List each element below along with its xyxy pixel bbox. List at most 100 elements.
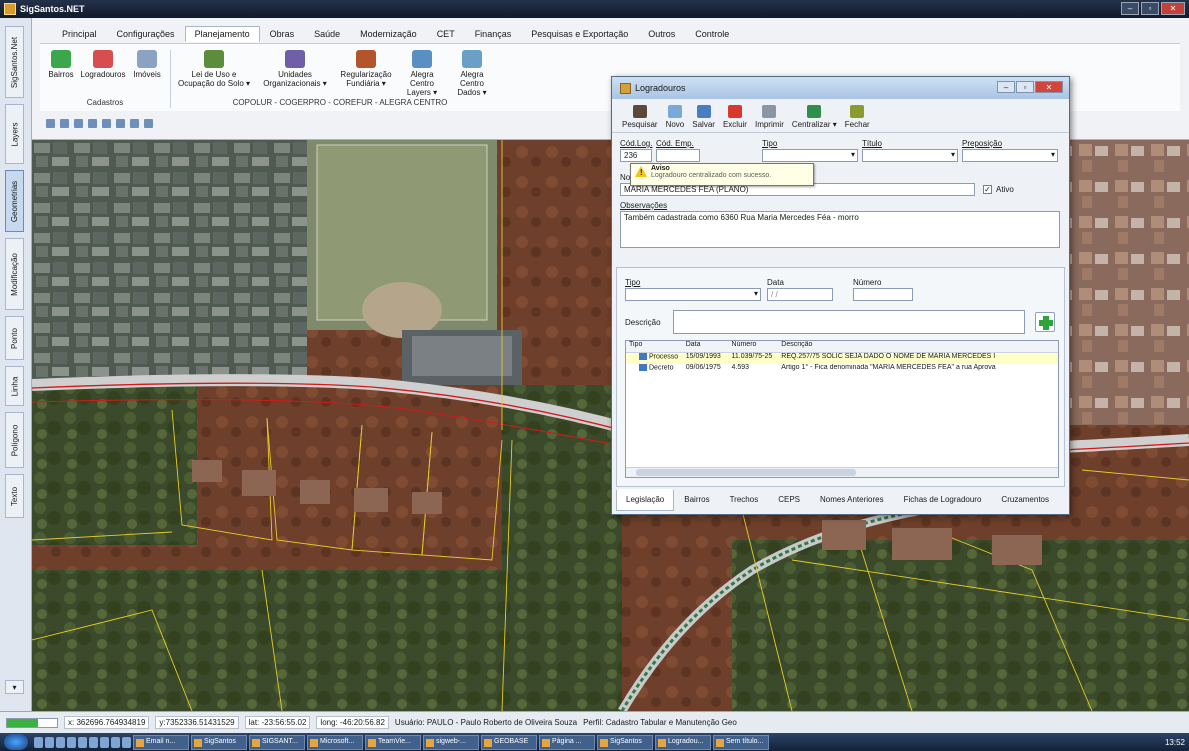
taskbar-task[interactable]: Microsoft...	[307, 734, 363, 750]
ribbon-tab-configura-es[interactable]: Configurações	[107, 26, 185, 42]
taskbar-task[interactable]: sigweb-...	[423, 734, 479, 750]
logradouros-dialog[interactable]: Logradouros – ▫ ✕ Pesquisar Novo Salvar Exc…	[611, 76, 1070, 515]
qat-identify-icon[interactable]	[130, 119, 139, 128]
sidebar-scroll-down-icon[interactable]: ▾	[5, 680, 24, 694]
cod-log-field[interactable]: 236	[620, 149, 652, 162]
start-button[interactable]	[4, 734, 28, 750]
taskbar-task[interactable]: Página ...	[539, 734, 595, 750]
dialog-tab-cruzamentos[interactable]: Cruzamentos	[991, 489, 1059, 511]
leg-tipo-select[interactable]	[625, 288, 761, 301]
regularizacao-button[interactable]: Regularização Fundiária ▾	[336, 50, 396, 88]
ribbon-tab-moderniza-o[interactable]: Modernização	[350, 26, 427, 42]
ribbon-tab-principal[interactable]: Principal	[52, 26, 107, 42]
toolbar-fechar-button[interactable]: Fechar	[845, 105, 870, 129]
taskbar-task[interactable]: TeamVie...	[365, 734, 421, 750]
ribbon-tab-finan-as[interactable]: Finanças	[465, 26, 522, 42]
qat-refresh-icon[interactable]	[46, 119, 55, 128]
ribbon-tab-pesquisas-e-exporta-o[interactable]: Pesquisas e Exportação	[521, 26, 638, 42]
dialog-tab-bairros[interactable]: Bairros	[674, 489, 719, 511]
scrollbar-thumb[interactable]	[636, 469, 856, 476]
alegra-dados-button[interactable]: Alegra Centro Dados ▾	[448, 50, 496, 97]
preposicao-select[interactable]	[962, 149, 1058, 162]
quicklaunch-icon[interactable]	[67, 736, 76, 748]
qat-pan-icon[interactable]	[116, 119, 125, 128]
vtab-poligono[interactable]: Polígono	[5, 412, 24, 468]
grid-col-data[interactable]: Data	[686, 341, 732, 352]
ribbon-tab-planejamento[interactable]: Planejamento	[184, 26, 260, 42]
taskbar-task[interactable]: SIGSANT...	[249, 734, 305, 750]
ribbon-tab-obras[interactable]: Obras	[260, 26, 305, 42]
table-row[interactable]: Decreto 09/06/1975 4.593 Artigo 1° - Fic…	[626, 364, 1058, 375]
toolbar-excluir-button[interactable]: Excluir	[723, 105, 747, 129]
dialog-tab-trechos[interactable]: Trechos	[720, 489, 769, 511]
qat-back-icon[interactable]	[60, 119, 69, 128]
legislacao-grid[interactable]: Tipo Data Número Descrição Processo 15/0…	[625, 340, 1059, 478]
quicklaunch-icon[interactable]	[100, 736, 109, 748]
taskbar-task[interactable]: SigSantos	[191, 734, 247, 750]
close-button[interactable]: ✕	[1161, 2, 1185, 15]
imoveis-button[interactable]: Imóveis	[130, 50, 164, 79]
quicklaunch-icon[interactable]	[122, 736, 131, 748]
grid-col-tipo[interactable]: Tipo	[626, 341, 686, 352]
vtab-modificacao[interactable]: Modificação	[5, 238, 24, 310]
leg-descricao-field[interactable]	[673, 310, 1025, 334]
quicklaunch-icon[interactable]	[45, 736, 54, 748]
toolbar-novo-button[interactable]: Novo	[666, 105, 684, 129]
vtab-layers[interactable]: Layers	[5, 104, 24, 164]
leg-numero-field[interactable]	[853, 288, 913, 301]
titulo-select[interactable]	[862, 149, 958, 162]
leg-data-field[interactable]: / /	[767, 288, 833, 301]
maximize-button[interactable]: ▫	[1141, 2, 1159, 15]
dialog-tab-nomes-anteriores[interactable]: Nomes Anteriores	[810, 489, 894, 511]
quicklaunch-icon[interactable]	[111, 736, 120, 748]
ribbon-tab-controle[interactable]: Controle	[685, 26, 739, 42]
qat-zoom-icon[interactable]	[88, 119, 97, 128]
add-legislacao-button[interactable]	[1035, 312, 1055, 332]
vtab-linha[interactable]: Linha	[5, 366, 24, 406]
toolbar-centralizar-button[interactable]: Centralizar ▾	[792, 105, 837, 129]
dialog-minimize-button[interactable]: –	[997, 81, 1015, 93]
bairros-button[interactable]: Bairros	[46, 50, 76, 79]
taskbar-task[interactable]: Logradou...	[655, 734, 711, 750]
dialog-close-button[interactable]: ✕	[1035, 81, 1063, 93]
observacoes-textarea[interactable]: Também cadastrada como 6360 Rua Maria Me…	[620, 211, 1060, 248]
logradouros-button[interactable]: Logradouros	[80, 50, 126, 79]
quicklaunch-icon[interactable]	[34, 736, 43, 748]
unidades-button[interactable]: Unidades Organizacionais ▾	[260, 50, 330, 88]
ativo-checkbox[interactable]: ✓	[983, 185, 992, 194]
taskbar-task[interactable]: Sem título...	[713, 734, 769, 750]
vtab-texto[interactable]: Texto	[5, 474, 24, 518]
quicklaunch-icon[interactable]	[78, 736, 87, 748]
vtab-sigsantos[interactable]: SigSantos.Net	[5, 26, 24, 98]
qat-select-icon[interactable]	[102, 119, 111, 128]
minimize-button[interactable]: –	[1121, 2, 1139, 15]
dialog-maximize-button[interactable]: ▫	[1016, 81, 1034, 93]
alegra-layers-button[interactable]: Alegra Centro Layers ▾	[400, 50, 444, 97]
qat-forward-icon[interactable]	[74, 119, 83, 128]
ribbon-tab-outros[interactable]: Outros	[638, 26, 685, 42]
lei-uso-button[interactable]: Lei de Uso e Ocupação do Solo ▾	[174, 50, 254, 88]
dialog-title-bar[interactable]: Logradouros – ▫ ✕	[612, 77, 1069, 99]
vtab-geometrias[interactable]: Geometrias	[5, 170, 24, 232]
ribbon-tab-sa-de[interactable]: Saúde	[304, 26, 350, 42]
toolbar-pesquisar-button[interactable]: Pesquisar	[622, 105, 658, 129]
ribbon-tab-cet[interactable]: CET	[427, 26, 465, 42]
taskbar-task[interactable]: GEOBASE	[481, 734, 537, 750]
qat-pointer-icon[interactable]	[144, 119, 153, 128]
taskbar-task[interactable]: SigSantos	[597, 734, 653, 750]
cod-emp-field[interactable]	[656, 149, 700, 162]
toolbar-salvar-button[interactable]: Salvar	[692, 105, 715, 129]
quicklaunch-icon[interactable]	[56, 736, 65, 748]
grid-col-descricao[interactable]: Descrição	[781, 341, 1058, 352]
dialog-tab-fichas-de-logradouro[interactable]: Fichas de Logradouro	[894, 489, 992, 511]
dialog-tab-ceps[interactable]: CEPS	[768, 489, 810, 511]
vtab-ponto[interactable]: Ponto	[5, 316, 24, 360]
dialog-tab-legisla-o[interactable]: Legislação	[616, 489, 675, 511]
table-row[interactable]: Processo 15/09/1993 11.039/75-25 REQ.257…	[626, 353, 1058, 364]
tipo-select[interactable]	[762, 149, 858, 162]
toolbar-imprimir-button[interactable]: Imprimir	[755, 105, 784, 129]
quicklaunch-icon[interactable]	[89, 736, 98, 748]
taskbar-task[interactable]: Email n...	[133, 734, 189, 750]
grid-horizontal-scrollbar[interactable]	[626, 467, 1058, 477]
grid-col-numero[interactable]: Número	[732, 341, 782, 352]
